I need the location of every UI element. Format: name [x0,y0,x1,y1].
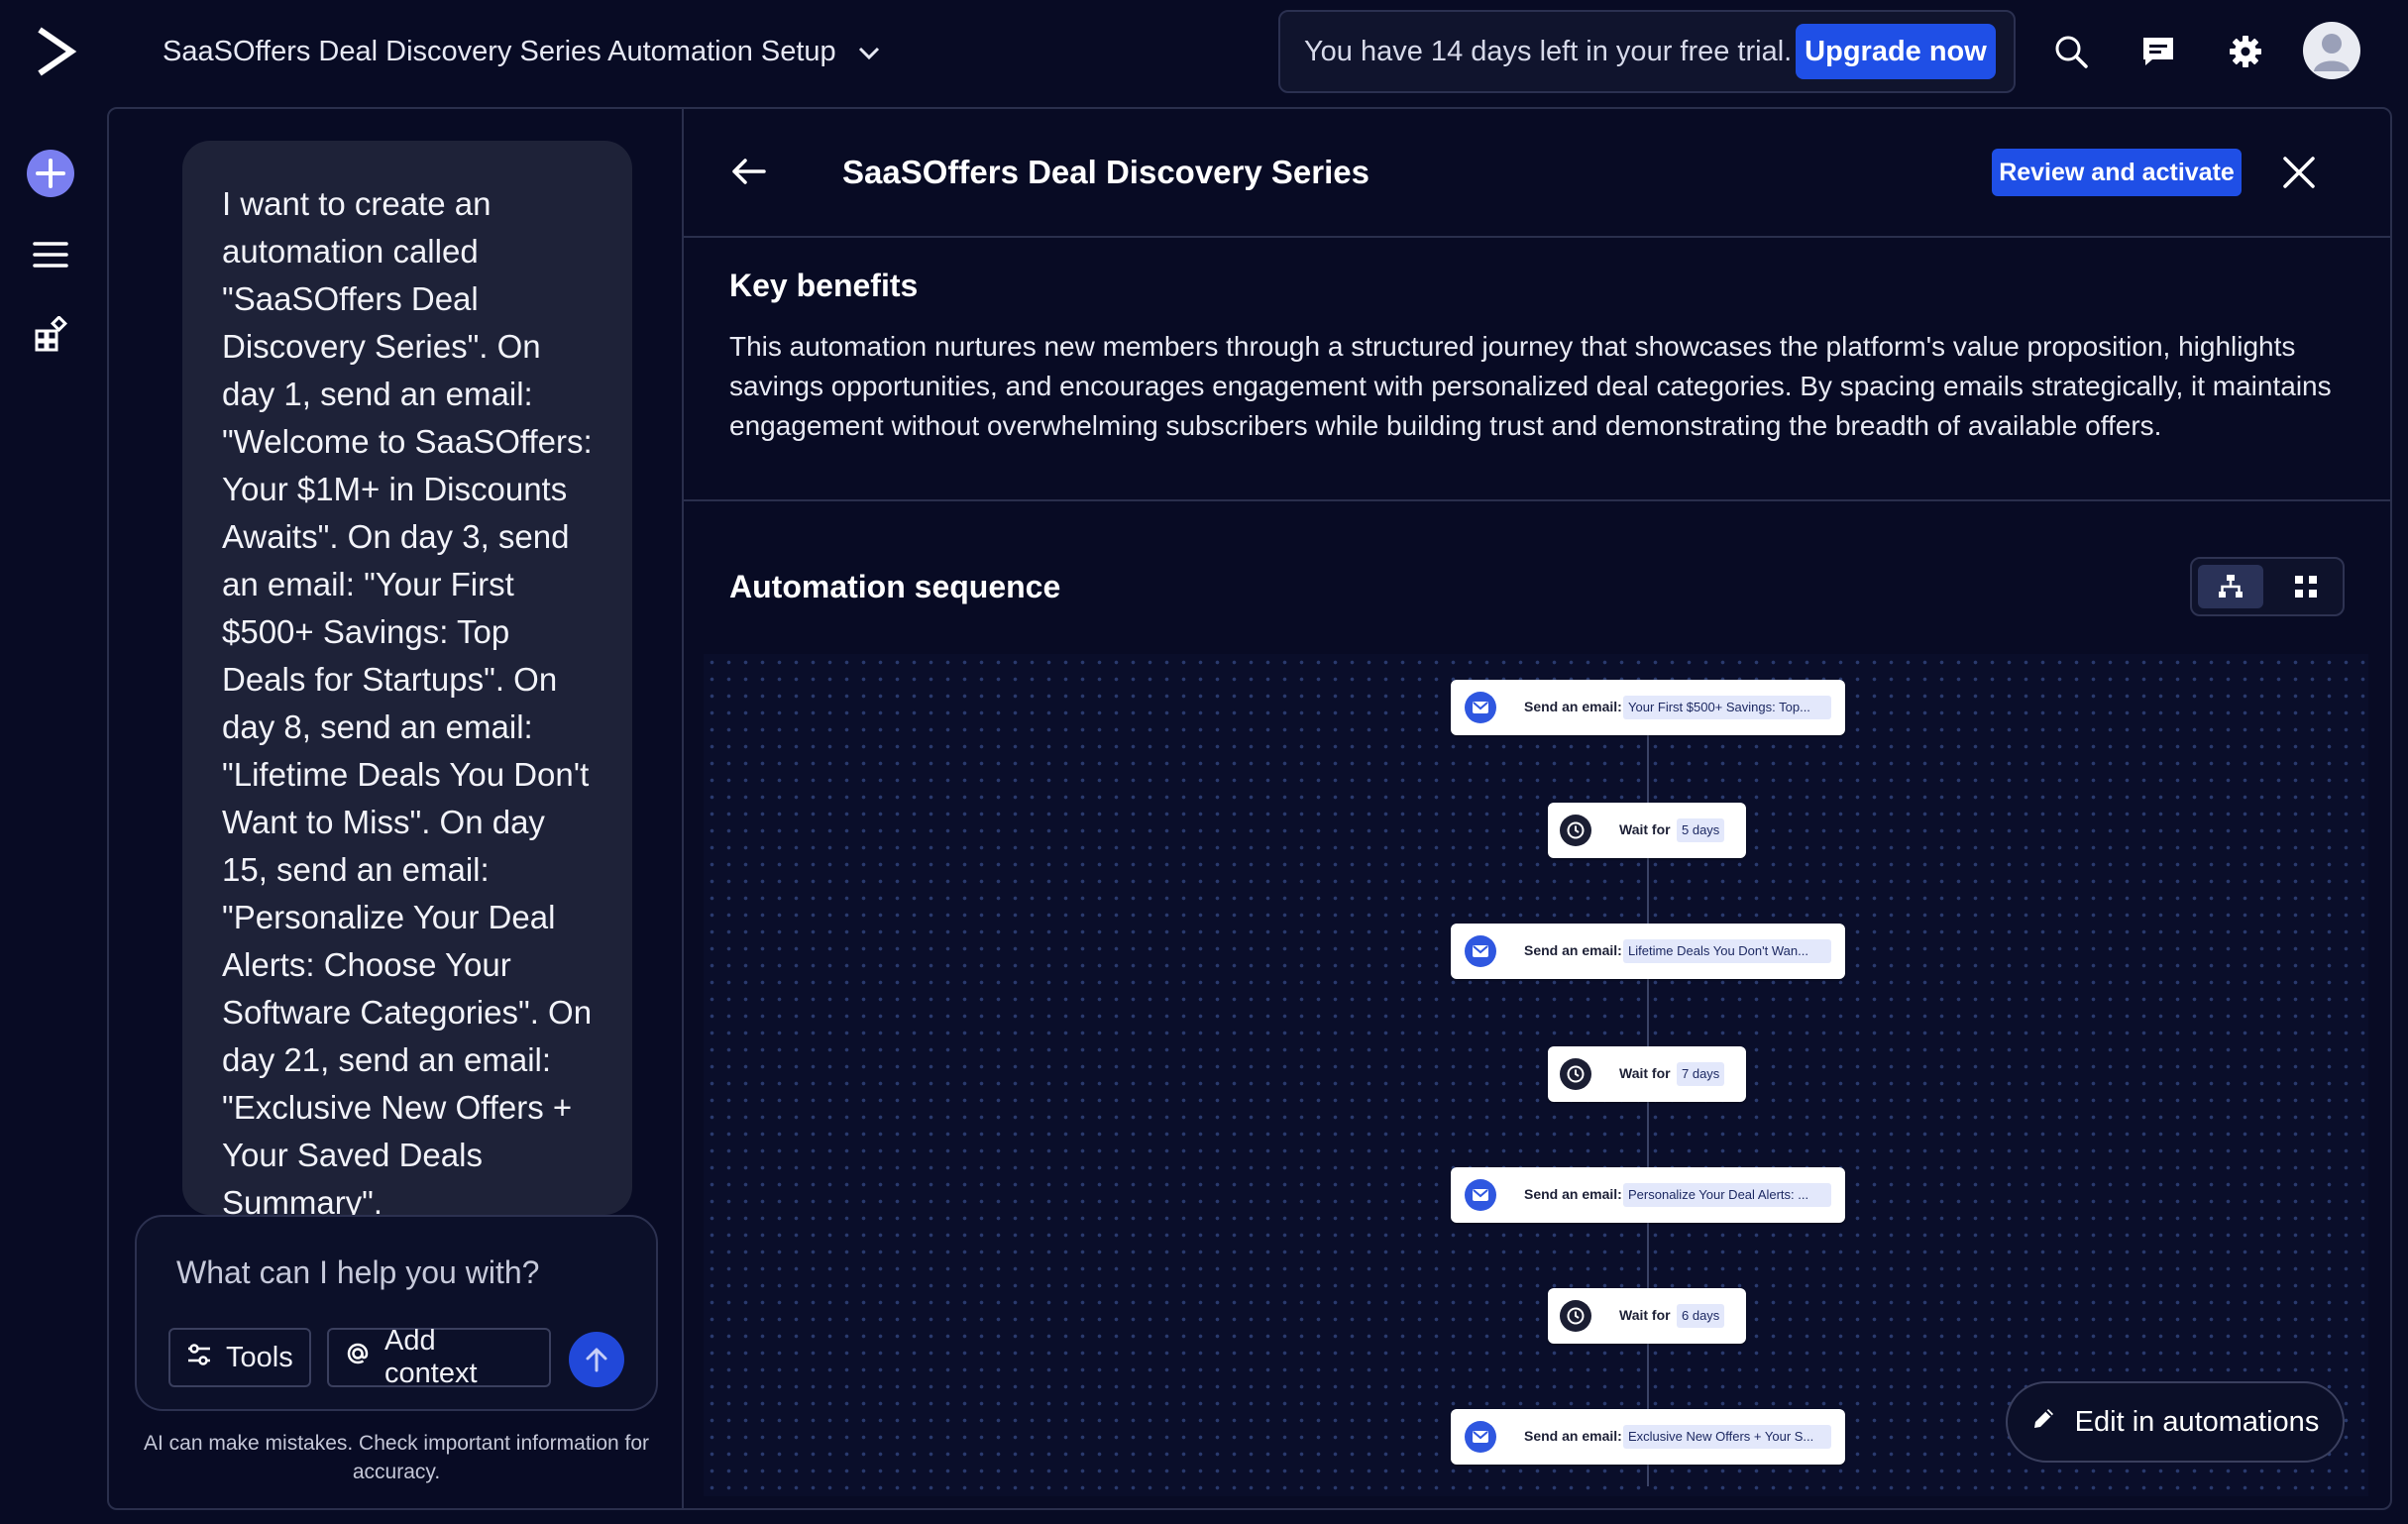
automation-sequence-heading: Automation sequence [729,569,1061,604]
clock-icon [1560,1058,1591,1090]
email-icon [1465,692,1496,723]
message-icon[interactable] [2138,32,2178,71]
wait-step[interactable]: Wait for 5 days [1548,803,1746,858]
project-title-dropdown[interactable]: SaaSOffers Deal Discovery Series Automat… [163,30,880,73]
review-and-activate-button[interactable]: Review and activate [1992,149,2242,196]
step-label: Wait for [1619,1065,1671,1081]
sliders-icon [186,1342,212,1374]
key-benefits-heading: Key benefits [729,268,919,303]
panel-divider [682,109,684,1508]
chat-input-placeholder[interactable]: What can I help you with? [176,1254,539,1291]
wait-duration-chip: 7 days [1677,1062,1725,1086]
panel-title: SaaSOffers Deal Discovery Series [842,154,1369,190]
user-message-bubble: I want to create an automation called "S… [182,141,632,1215]
email-subject-chip: Lifetime Deals You Don't Wan... [1623,939,1831,963]
step-label: Send an email: [1524,699,1622,714]
user-message-text: I want to create an automation called "S… [222,185,593,1215]
send-button[interactable] [569,1332,624,1387]
wait-duration-chip: 6 days [1677,1304,1725,1328]
logo-icon[interactable] [34,24,77,79]
header-divider [684,236,2392,238]
grid-view-icon[interactable] [2273,565,2339,608]
key-benefits-text: This automation nurtures new members thr… [729,331,2332,441]
apps-icon[interactable] [26,309,75,359]
email-subject-chip: Personalize Your Deal Alerts: ... [1623,1183,1831,1207]
automation-canvas[interactable]: Send an email: Your First $500+ Savings:… [704,654,2368,1496]
upgrade-button[interactable]: Upgrade now [1796,24,1996,79]
email-subject-chip: Exclusive New Offers + Your S... [1623,1425,1831,1449]
close-icon[interactable] [2279,153,2319,192]
send-email-step[interactable]: Send an email: Your First $500+ Savings:… [1451,680,1845,735]
view-toggle [2190,557,2345,616]
tools-label: Tools [226,1341,293,1373]
top-bar: SaaSOffers Deal Discovery Series Automat… [0,0,2408,105]
step-label: Send an email: [1524,1428,1622,1444]
trial-text: You have 14 days left in your free trial… [1304,35,1793,67]
email-icon [1465,1179,1496,1211]
step-label: Send an email: [1524,1186,1622,1202]
back-arrow-icon[interactable] [729,153,767,190]
edit-in-automations-button[interactable]: Edit in automations [2006,1381,2345,1463]
send-email-step[interactable]: Send an email: Lifetime Deals You Don't … [1451,924,1845,979]
add-context-button[interactable]: Add context [327,1325,551,1389]
wait-step[interactable]: Wait for 6 days [1548,1288,1746,1344]
step-label: Wait for [1619,821,1671,837]
email-icon [1465,935,1496,967]
step-label: Wait for [1619,1307,1671,1323]
chat-input-box[interactable]: What can I help you with? Tools Add cont… [135,1215,658,1411]
step-label: Send an email: [1524,942,1622,958]
send-email-step[interactable]: Send an email: Exclusive New Offers + Yo… [1451,1409,1845,1465]
send-email-step[interactable]: Send an email: Personalize Your Deal Ale… [1451,1167,1845,1223]
gear-icon[interactable] [2226,32,2265,71]
at-sign-icon [345,1341,371,1374]
pencil-icon [2031,1405,2057,1439]
ai-disclaimer: AI can make mistakes. Check important in… [143,1432,650,1483]
user-avatar-icon[interactable] [2303,22,2360,79]
project-title: SaaSOffers Deal Discovery Series Automat… [163,35,836,67]
section-divider [684,499,2392,501]
plus-circle-icon[interactable] [26,149,75,198]
email-icon [1465,1421,1496,1453]
flow-view-icon[interactable] [2198,565,2263,608]
clock-icon [1560,815,1591,846]
edit-in-automations-label: Edit in automations [2074,1405,2320,1438]
clock-icon [1560,1300,1591,1332]
menu-icon[interactable] [26,230,75,279]
chevron-down-icon [858,36,880,68]
wait-step[interactable]: Wait for 7 days [1548,1046,1746,1102]
search-icon[interactable] [2051,32,2091,71]
add-context-label: Add context [384,1325,478,1389]
tools-button[interactable]: Tools [168,1328,311,1387]
arrow-up-icon [586,1348,607,1372]
email-subject-chip: Your First $500+ Savings: Top... [1623,696,1831,719]
wait-duration-chip: 5 days [1677,818,1725,842]
trial-banner: You have 14 days left in your free trial… [1278,10,2016,93]
